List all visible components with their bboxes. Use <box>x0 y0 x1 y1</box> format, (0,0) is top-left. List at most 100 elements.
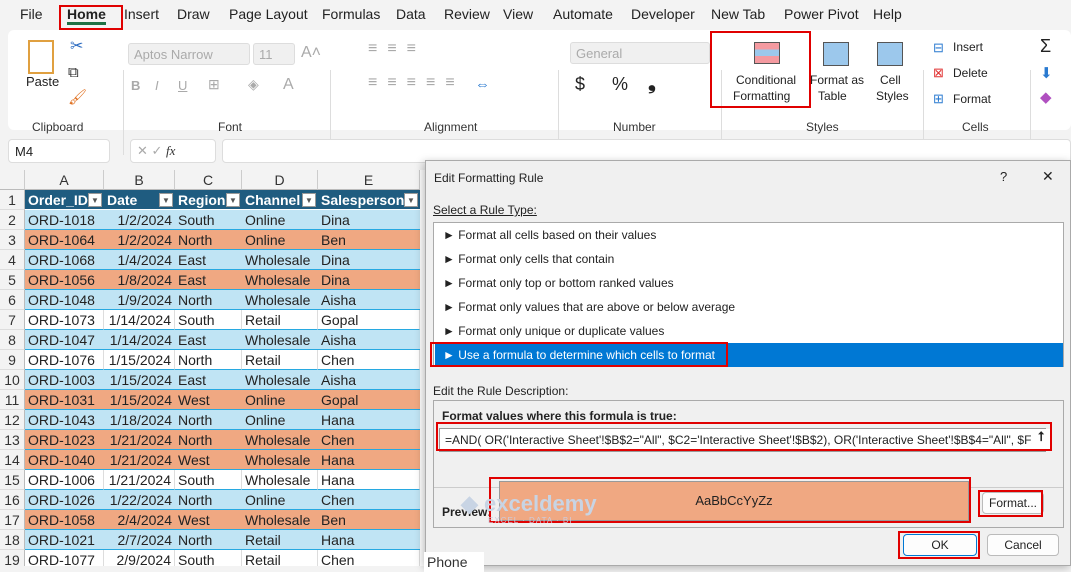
table-cell[interactable]: ORD-1077 <box>25 550 104 566</box>
table-cell[interactable]: West <box>175 390 242 410</box>
row-header[interactable]: 12 <box>0 410 25 430</box>
table-cell[interactable]: Chen <box>318 490 420 510</box>
table-cell[interactable]: North <box>175 410 242 430</box>
table-cell[interactable]: Wholesale <box>242 510 318 530</box>
table-cell[interactable]: Online <box>242 490 318 510</box>
table-cell[interactable]: 1/2/2024 <box>104 210 175 230</box>
table-cell[interactable]: ORD-1073 <box>25 310 104 330</box>
rule-type-item[interactable]: ► Format only values that are above or b… <box>435 295 1063 319</box>
column-header-C[interactable]: C <box>175 170 242 190</box>
rule-type-item[interactable]: ► Format all cells based on their values <box>435 223 1063 247</box>
table-header-cell[interactable]: Channel ▼ <box>242 190 318 210</box>
tab-formulas[interactable]: Formulas <box>322 6 380 22</box>
table-cell[interactable]: Chen <box>318 350 420 370</box>
filter-dropdown-icon[interactable]: ▼ <box>404 193 418 207</box>
tab-developer[interactable]: Developer <box>631 6 695 22</box>
table-cell[interactable]: North <box>175 530 242 550</box>
table-header-cell[interactable]: Date ▼ <box>104 190 175 210</box>
table-cell[interactable]: 2/9/2024 <box>104 550 175 566</box>
table-cell[interactable]: Ben <box>318 230 420 250</box>
tab-new-tab[interactable]: New Tab <box>711 6 765 22</box>
table-cell[interactable]: East <box>175 270 242 290</box>
table-cell[interactable]: Wholesale <box>242 290 318 310</box>
table-cell[interactable]: Wholesale <box>242 270 318 290</box>
table-cell[interactable]: 1/14/2024 <box>104 310 175 330</box>
table-cell[interactable]: 1/22/2024 <box>104 490 175 510</box>
format-as-label[interactable]: Format as <box>810 73 864 87</box>
select-all[interactable] <box>0 170 25 190</box>
row-header[interactable]: 8 <box>0 330 25 350</box>
vertical-align-icons[interactable]: ≡≡≡ <box>368 40 426 58</box>
table-cell[interactable]: Hana <box>318 470 420 490</box>
table-cell[interactable]: 1/2/2024 <box>104 230 175 250</box>
table-cell[interactable]: 1/21/2024 <box>104 450 175 470</box>
table-cell[interactable]: Online <box>242 210 318 230</box>
row-header[interactable]: 9 <box>0 350 25 370</box>
rule-type-item[interactable]: ► Format only unique or duplicate values <box>435 319 1063 343</box>
close-button[interactable]: ✕ <box>1042 168 1054 185</box>
table-cell[interactable]: Dina <box>318 210 420 230</box>
table-cell[interactable]: ORD-1043 <box>25 410 104 430</box>
format-painter-icon[interactable]: 🖌 <box>68 88 87 106</box>
clear-icon[interactable]: ◆ <box>1040 88 1052 106</box>
table-header-cell[interactable]: Region ▼ <box>175 190 242 210</box>
table-header-cell[interactable]: Order_ID ▼ <box>25 190 104 210</box>
table-cell[interactable]: 1/8/2024 <box>104 270 175 290</box>
font-color-icon[interactable]: A <box>283 76 294 94</box>
filter-dropdown-icon[interactable]: ▼ <box>88 193 102 207</box>
help-button[interactable]: ? <box>1000 169 1007 184</box>
table-cell[interactable]: Chen <box>318 550 420 566</box>
table-cell[interactable]: North <box>175 350 242 370</box>
cell-styles-icon[interactable] <box>877 42 903 66</box>
table-cell[interactable]: South <box>175 310 242 330</box>
filter-dropdown-icon[interactable]: ▼ <box>226 193 240 207</box>
table-cell[interactable]: East <box>175 370 242 390</box>
row-header[interactable]: 15 <box>0 470 25 490</box>
table-header-cell[interactable]: Salesperson ▼ <box>318 190 420 210</box>
table-cell[interactable]: Aisha <box>318 290 420 310</box>
percent-button[interactable]: % <box>612 74 628 95</box>
table-cell[interactable]: ORD-1058 <box>25 510 104 530</box>
table-cell[interactable]: 1/21/2024 <box>104 470 175 490</box>
row-header[interactable]: 6 <box>0 290 25 310</box>
font-name-select[interactable]: Aptos Narrow <box>128 43 250 65</box>
table-cell[interactable]: 1/21/2024 <box>104 430 175 450</box>
tab-file[interactable]: File <box>20 6 43 22</box>
table-cell[interactable]: 1/18/2024 <box>104 410 175 430</box>
row-header[interactable]: 11 <box>0 390 25 410</box>
row-header[interactable]: 3 <box>0 230 25 250</box>
rule-type-item[interactable]: ► Format only top or bottom ranked value… <box>435 271 1063 295</box>
table-cell[interactable]: Aisha <box>318 330 420 350</box>
format-cells-button[interactable]: Format <box>953 92 991 106</box>
cell-styles-button[interactable]: Styles <box>876 89 909 103</box>
table-cell[interactable]: ORD-1048 <box>25 290 104 310</box>
row-header-1[interactable]: 1 <box>0 190 25 210</box>
column-header-A[interactable]: A <box>25 170 104 190</box>
row-header[interactable]: 16 <box>0 490 25 510</box>
table-cell[interactable]: ORD-1064 <box>25 230 104 250</box>
format-as-table-button[interactable]: Table <box>818 89 847 103</box>
table-cell[interactable]: Online <box>242 230 318 250</box>
tab-power-pivot[interactable]: Power Pivot <box>784 6 859 22</box>
table-cell[interactable]: Gopal <box>318 390 420 410</box>
table-cell[interactable]: Wholesale <box>242 430 318 450</box>
table-cell[interactable]: Retail <box>242 530 318 550</box>
table-cell[interactable]: Wholesale <box>242 330 318 350</box>
table-cell[interactable]: Chen <box>318 430 420 450</box>
table-cell[interactable]: Retail <box>242 350 318 370</box>
table-cell[interactable]: Hana <box>318 410 420 430</box>
table-cell[interactable]: Retail <box>242 310 318 330</box>
tab-insert[interactable]: Insert <box>124 6 159 22</box>
table-cell[interactable]: Retail <box>242 550 318 566</box>
row-header[interactable]: 17 <box>0 510 25 530</box>
table-cell[interactable]: Hana <box>318 530 420 550</box>
row-header[interactable]: 10 <box>0 370 25 390</box>
table-cell[interactable]: Dina <box>318 270 420 290</box>
format-cells-icon[interactable]: ⊞ <box>933 91 944 107</box>
merge-center-icon[interactable]: ⇔ <box>475 76 490 93</box>
horizontal-align-icons[interactable]: ≡≡≡≡≡ <box>368 74 465 92</box>
font-size-select[interactable]: 11 <box>253 43 295 65</box>
table-cell[interactable]: Gopal <box>318 310 420 330</box>
cancel-button[interactable]: Cancel <box>987 534 1059 556</box>
table-cell[interactable]: North <box>175 290 242 310</box>
